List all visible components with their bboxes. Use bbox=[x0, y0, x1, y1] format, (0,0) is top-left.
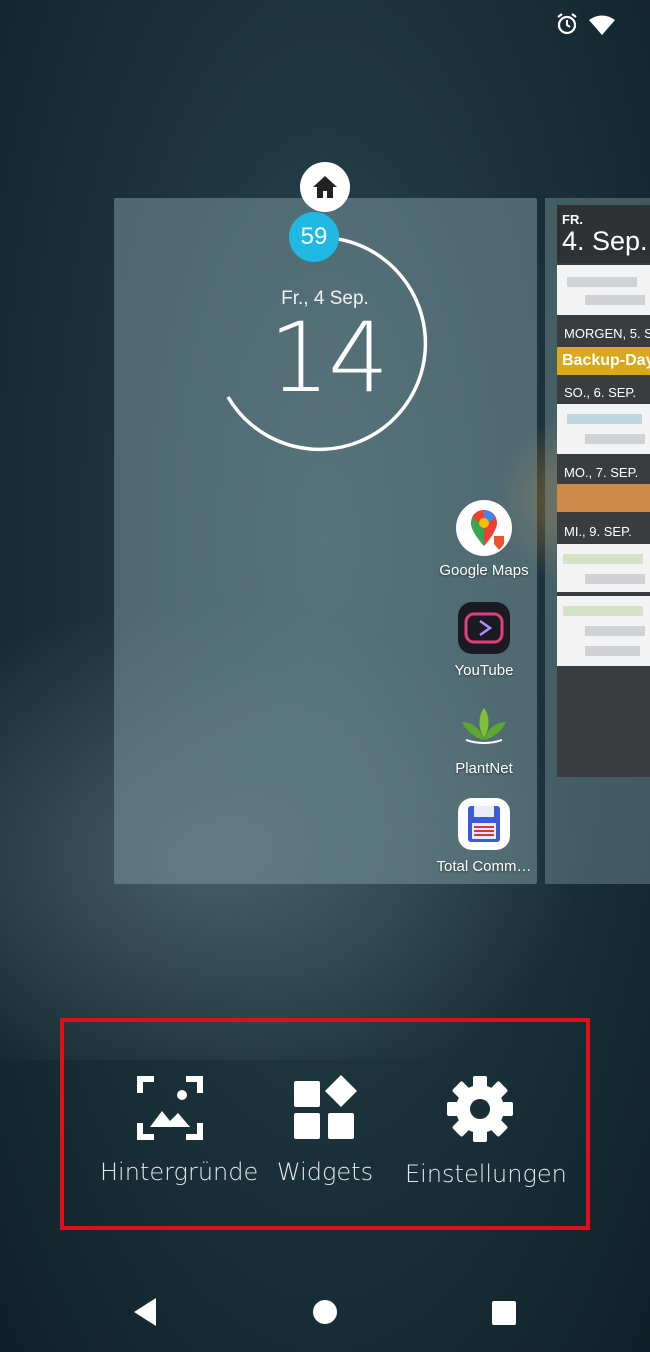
widgets-button[interactable]: Widgets bbox=[266, 1075, 384, 1186]
clock-minute: 59 bbox=[289, 212, 339, 262]
calendar-event: Backup-Day bbox=[557, 347, 650, 375]
google-maps-icon bbox=[456, 500, 512, 556]
back-icon[interactable] bbox=[132, 1296, 158, 1328]
calendar-day-header: MO., 7. SEP. bbox=[557, 460, 650, 486]
calendar-day-header: MORGEN, 5. S bbox=[557, 321, 650, 347]
app-plantnet[interactable]: PlantNet bbox=[430, 698, 538, 777]
calendar-event bbox=[557, 265, 650, 315]
app-label: Total Comm… bbox=[436, 858, 532, 875]
menu-label: Hintergründe bbox=[100, 1158, 259, 1186]
home-page-badge[interactable] bbox=[300, 162, 350, 212]
calendar-day-header: MI., 9. SEP. bbox=[557, 519, 650, 545]
app-total-commander[interactable]: Total Comm… bbox=[430, 796, 538, 875]
calendar-day-header: SO., 6. SEP. bbox=[557, 380, 650, 406]
app-label: YouTube bbox=[454, 662, 514, 679]
menu-label: Einstellungen bbox=[405, 1160, 567, 1188]
settings-gear-icon bbox=[447, 1076, 513, 1142]
wallpaper-icon bbox=[137, 1076, 203, 1140]
youtube-vanced-icon bbox=[456, 600, 512, 656]
widgets-icon bbox=[294, 1075, 357, 1139]
total-commander-icon bbox=[456, 796, 512, 852]
app-label: Google Maps bbox=[439, 562, 529, 579]
home-nav-icon[interactable] bbox=[311, 1298, 339, 1326]
plantnet-icon bbox=[456, 698, 512, 754]
calendar-event bbox=[557, 596, 650, 666]
calendar-event bbox=[557, 484, 650, 512]
app-youtube[interactable]: YouTube bbox=[430, 600, 538, 679]
calendar-date: 4. Sep. bbox=[562, 226, 648, 256]
recents-icon[interactable] bbox=[491, 1300, 517, 1326]
calendar-event bbox=[557, 404, 650, 454]
app-google-maps[interactable]: Google Maps bbox=[430, 500, 538, 579]
menu-label: Widgets bbox=[276, 1158, 374, 1186]
wallpapers-button[interactable]: Hintergründe bbox=[100, 1075, 259, 1186]
app-label: PlantNet bbox=[455, 760, 513, 777]
calendar-weekday: FR. bbox=[562, 212, 583, 227]
settings-button[interactable]: Einstellungen bbox=[405, 1075, 567, 1188]
wifi-icon bbox=[589, 15, 615, 35]
clock-hour: 14 bbox=[268, 302, 389, 414]
calendar-event bbox=[557, 544, 650, 592]
status-bar bbox=[0, 0, 650, 50]
home-icon bbox=[313, 176, 337, 198]
alarm-icon bbox=[557, 13, 577, 35]
